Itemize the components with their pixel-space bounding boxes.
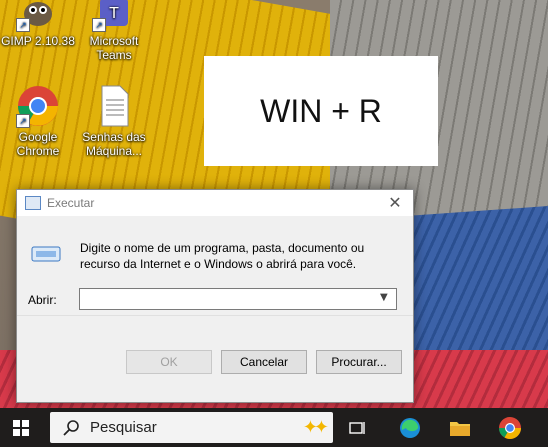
shortcut-arrow-icon: ↗ [16, 18, 30, 32]
svg-text:T: T [109, 5, 119, 22]
search-placeholder: Pesquisar [90, 419, 157, 436]
desktop-icon-gimp[interactable]: ↗ GIMP 2.10.38 [0, 0, 76, 48]
browse-button[interactable]: Procurar... [316, 350, 402, 374]
open-label: Abrir: [28, 293, 57, 307]
chrome-taskbar-icon[interactable] [498, 416, 522, 440]
windows-logo-icon [13, 420, 20, 427]
close-button[interactable]: ✕ [385, 193, 405, 213]
start-button[interactable] [13, 420, 29, 436]
desktop-icon-text-file[interactable]: Senhas das Máquina... [76, 84, 152, 158]
desktop-icon-label: GIMP 2.10.38 [1, 34, 75, 48]
shortcut-arrow-icon: ↗ [16, 114, 30, 128]
dialog-title: Executar [47, 196, 95, 210]
shortcut-arrow-icon: ↗ [92, 18, 106, 32]
sparkle-icon: ✦✦ [302, 417, 329, 438]
taskbar-search[interactable]: Pesquisar ✦✦ [50, 412, 333, 443]
chevron-down-icon[interactable]: ▼ [380, 292, 392, 304]
shortcut-hint-box: WIN + R [204, 56, 438, 166]
edge-icon[interactable] [398, 416, 422, 440]
run-title-icon [25, 196, 41, 210]
taskbar: Pesquisar ✦✦ [0, 408, 548, 447]
search-icon [62, 419, 80, 437]
gimp-icon: ↗ [16, 0, 60, 32]
close-icon: ✕ [388, 193, 402, 212]
dialog-titlebar[interactable]: Executar [17, 190, 413, 216]
run-icon [31, 244, 61, 264]
shortcut-hint-text: WIN + R [260, 92, 382, 129]
desktop-icon-chrome[interactable]: ↗ Google Chrome [0, 84, 76, 158]
desktop-icon-teams[interactable]: T ↗ Microsoft Teams [76, 0, 152, 62]
desktop-icon-label: Senhas das Máquina... [82, 130, 146, 158]
text-file-icon [92, 84, 136, 128]
task-view-icon[interactable] [346, 416, 370, 440]
run-description: Digite o nome de um programa, pasta, doc… [80, 241, 365, 271]
teams-icon: T ↗ [92, 0, 136, 32]
desktop-icon-label: Microsoft Teams [89, 34, 139, 62]
ok-button[interactable]: OK [126, 350, 212, 374]
chrome-icon: ↗ [16, 84, 60, 128]
open-combobox[interactable]: ▼ [79, 288, 397, 310]
desktop-icon-label: Google Chrome [16, 130, 60, 158]
run-dialog: Executar ✕ Digite o nome de um programa,… [16, 189, 414, 403]
file-explorer-icon[interactable] [448, 416, 472, 440]
cancel-button[interactable]: Cancelar [221, 350, 307, 374]
